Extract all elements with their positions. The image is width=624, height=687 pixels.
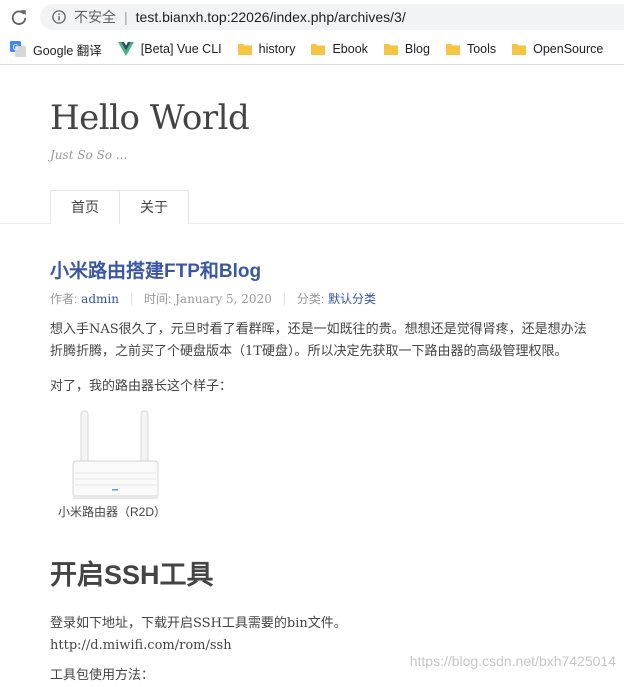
folder-icon <box>445 44 460 55</box>
paragraph-line: 想入手NAS很久了，元旦时看了看群晖，还是一如既往的贵。想想还是觉得肾疼，还是想… <box>50 322 587 337</box>
router-image <box>72 410 159 499</box>
main-nav: 首页 关于 <box>50 190 189 224</box>
post-meta: 作者: admin 时间: January 5, 2020 分类: 默认分类 <box>50 290 376 307</box>
bookmark-label: OpenSource <box>533 42 604 56</box>
browser-toolbar: 不安全 | test.bianxh.top:22026/index.php/ar… <box>0 0 624 34</box>
post-paragraph: 登录如下地址，下载开启SSH工具需要的bin文件。 http://d.miwif… <box>50 613 624 657</box>
nav-item-about[interactable]: 关于 <box>119 191 188 224</box>
bookmark-folder-tools[interactable]: Tools <box>445 42 497 56</box>
bookmark-folder-blog[interactable]: Blog <box>383 42 430 56</box>
author-label: 作者: <box>50 292 78 306</box>
section-heading: 开启SSH工具 <box>50 560 214 590</box>
post-paragraph: 想入手NAS很久了，元旦时看了看群晖，还是一如既往的贵。想想还是觉得肾疼，还是想… <box>50 319 624 363</box>
bookmark-vue-cli[interactable]: [Beta] Vue CLI <box>117 42 222 56</box>
folder-icon <box>237 44 252 55</box>
bookmarks-bar: G Google 翻译 [Beta] Vue CLI history Ebook… <box>0 34 624 65</box>
bookmark-label: Blog <box>404 42 430 56</box>
site-title[interactable]: Hello World <box>50 98 250 138</box>
bookmark-label: Ebook <box>332 42 368 56</box>
bookmark-label: Tools <box>466 42 497 56</box>
folder-icon <box>311 44 326 55</box>
meta-separator <box>283 292 285 305</box>
reload-icon[interactable] <box>10 8 28 26</box>
info-icon[interactable] <box>52 10 66 24</box>
ssh-link[interactable]: http://d.miwifi.com/rom/ssh <box>50 638 232 653</box>
post-paragraph: 对了，我的路由器长这个样子： <box>50 379 233 394</box>
bookmark-label: [Beta] Vue CLI <box>140 42 222 56</box>
vue-icon <box>117 42 134 56</box>
bookmark-google-translate[interactable]: G Google 翻译 <box>10 40 102 59</box>
site-tagline: Just So So ... <box>50 148 128 162</box>
author-link[interactable]: admin <box>81 292 119 306</box>
google-translate-icon: G <box>10 41 26 57</box>
image-caption: 小米路由器（R2D） <box>57 505 166 519</box>
folder-icon <box>383 44 398 55</box>
address-separator: | <box>124 9 128 25</box>
bookmark-label: history <box>258 42 296 56</box>
security-label: 不安全 <box>74 9 116 25</box>
bookmark-folder-ebook[interactable]: Ebook <box>311 42 368 56</box>
paragraph-line: 登录如下地址，下载开启SSH工具需要的bin文件。 <box>50 616 347 631</box>
bookmark-label: Google 翻译 <box>33 43 102 58</box>
svg-text:G: G <box>13 43 19 52</box>
post-title[interactable]: 小米路由搭建FTP和Blog <box>50 256 261 283</box>
bookmark-folder-opensource[interactable]: OpenSource <box>512 42 603 56</box>
post-date: January 5, 2020 <box>175 291 272 306</box>
category-link[interactable]: 默认分类 <box>328 290 376 307</box>
watermark: https://blog.csdn.net/bxh7425014 <box>409 653 616 669</box>
bookmark-folder-history[interactable]: history <box>237 42 296 56</box>
time-label: 时间: <box>143 292 172 306</box>
nav-item-home[interactable]: 首页 <box>51 191 119 224</box>
folder-icon <box>512 44 527 55</box>
meta-separator <box>130 292 132 305</box>
paragraph-line: 折腾折腾，之前买了个硬盘版本（1T硬盘）。所以决定先获取一下路由器的高级管理权限… <box>50 344 568 359</box>
address-bar[interactable]: 不安全 | test.bianxh.top:22026/index.php/ar… <box>40 4 624 30</box>
url-text[interactable]: test.bianxh.top:22026/index.php/archives… <box>136 9 406 25</box>
category-label: 分类: <box>296 292 325 306</box>
